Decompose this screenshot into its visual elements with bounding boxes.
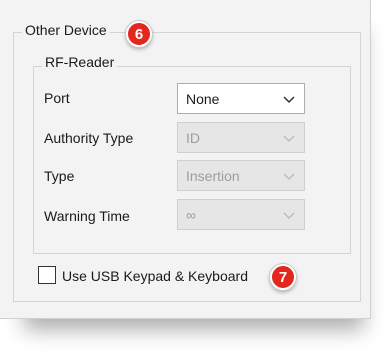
settings-panel: Other Device 6 RF-Reader Port None Autho… bbox=[0, 0, 371, 319]
authority-type-label: Authority Type bbox=[44, 130, 134, 146]
chevron-down-icon bbox=[283, 173, 295, 181]
warning-time-value: ∞ bbox=[186, 207, 196, 223]
rf-reader-title: RF-Reader bbox=[42, 54, 118, 70]
other-device-title: Other Device bbox=[22, 22, 110, 38]
type-select: Insertion bbox=[177, 160, 305, 191]
type-value: Insertion bbox=[186, 168, 240, 184]
callout-badge-6: 6 bbox=[126, 21, 152, 47]
usb-keypad-label[interactable]: Use USB Keypad & Keyboard bbox=[62, 268, 248, 284]
warning-time-select: ∞ bbox=[177, 199, 305, 230]
chevron-down-icon bbox=[283, 96, 295, 104]
chevron-down-icon bbox=[283, 135, 295, 143]
callout-badge-7: 7 bbox=[270, 264, 296, 290]
authority-type-select: ID bbox=[177, 122, 305, 153]
port-value: None bbox=[186, 91, 220, 107]
chevron-down-icon bbox=[283, 212, 295, 220]
warning-time-label: Warning Time bbox=[44, 208, 130, 224]
type-label: Type bbox=[44, 168, 75, 184]
authority-type-value: ID bbox=[186, 130, 200, 146]
port-label: Port bbox=[44, 90, 70, 106]
usb-keypad-checkbox[interactable] bbox=[38, 266, 56, 284]
port-select[interactable]: None bbox=[177, 83, 305, 114]
